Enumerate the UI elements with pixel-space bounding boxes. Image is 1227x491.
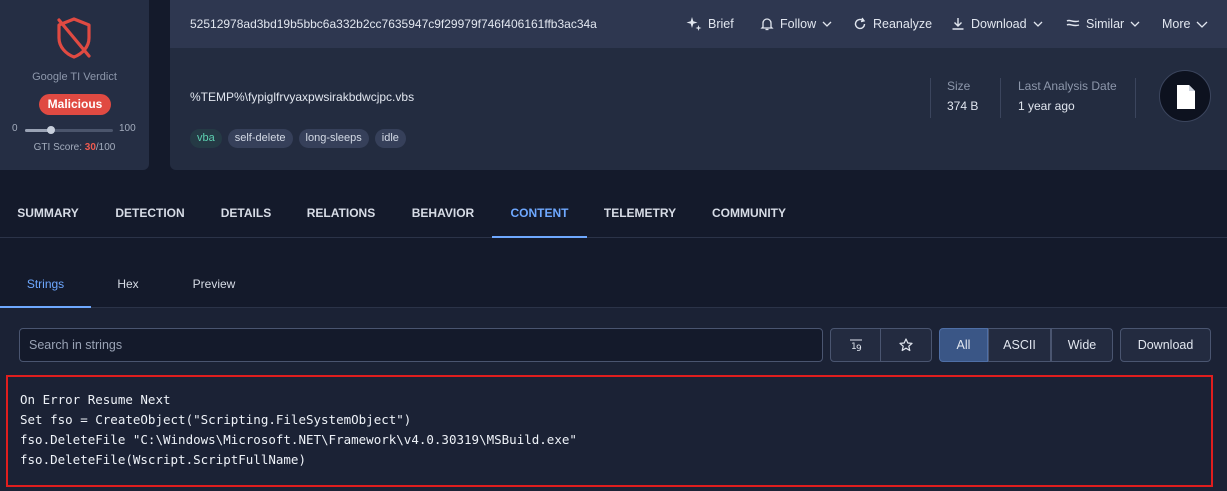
subtab-preview[interactable]: Preview xyxy=(165,262,263,308)
file-icon xyxy=(1177,85,1195,109)
sort-numeric-icon: 19 xyxy=(849,339,862,354)
filter-wide-button[interactable]: Wide xyxy=(1051,328,1113,362)
strings-list: On Error Resume Next Set fso = CreateObje… xyxy=(6,375,1213,487)
more-label: More xyxy=(1162,17,1191,31)
file-name: %TEMP%\fypiglfrvyaxpwsirakbdwcjpc.vbs xyxy=(190,90,415,104)
tag-idle[interactable]: idle xyxy=(374,129,406,148)
shield-slash-icon xyxy=(57,17,91,59)
gti-score: GTI Score: 30/100 xyxy=(0,142,149,153)
chevron-down-icon xyxy=(822,21,832,27)
follow-label: Follow xyxy=(780,17,817,31)
brief-label: Brief xyxy=(708,17,734,31)
score-scale-min: 0 xyxy=(12,123,18,134)
tab-community[interactable]: COMMUNITY xyxy=(696,190,802,238)
last-analysis-label: Last Analysis Date xyxy=(1018,79,1117,93)
download-label: Download xyxy=(971,17,1027,31)
star-icon xyxy=(899,338,913,352)
similar-button[interactable]: Similar xyxy=(1066,14,1140,34)
tag-long-sleeps[interactable]: long-sleeps xyxy=(298,129,369,148)
sparkle-icon xyxy=(686,17,702,31)
reanalyze-button[interactable]: Reanalyze xyxy=(853,14,932,34)
verdict-label: Google TI Verdict xyxy=(32,71,117,83)
sort-button[interactable]: 19 xyxy=(830,328,881,362)
reanalyze-label: Reanalyze xyxy=(873,17,933,31)
score-slider xyxy=(25,126,113,134)
similar-label: Similar xyxy=(1086,17,1125,31)
tag-vba[interactable]: vba xyxy=(190,129,222,148)
string-line: fso.DeleteFile "C:\Windows\Microsoft.NET… xyxy=(20,432,577,447)
gti-score-suffix: /100 xyxy=(95,142,116,153)
chevron-down-icon xyxy=(1197,21,1208,28)
subtab-hex[interactable]: Hex xyxy=(91,262,165,308)
brief-button[interactable]: Brief xyxy=(686,14,734,34)
size-value: 374 B xyxy=(947,99,979,113)
string-line: Set fso = CreateObject("Scripting.FileSy… xyxy=(20,412,412,427)
gti-score-prefix: GTI Score: xyxy=(33,142,85,153)
gti-score-value: 30 xyxy=(84,142,96,153)
chevron-down-icon xyxy=(1033,21,1043,27)
verdict-badge: Malicious xyxy=(39,94,111,115)
tab-detection[interactable]: DETECTION xyxy=(100,190,200,238)
favorite-button[interactable] xyxy=(880,328,932,362)
divider xyxy=(1135,78,1136,118)
filter-ascii-button[interactable]: ASCII xyxy=(988,328,1051,362)
string-line: On Error Resume Next xyxy=(20,392,171,407)
file-type-badge xyxy=(1159,70,1211,122)
file-header: 52512978ad3bd19b5bbc6a332b2cc7635947c9f2… xyxy=(170,0,1227,170)
tab-telemetry[interactable]: TELEMETRY xyxy=(590,190,690,238)
tab-summary[interactable]: SUMMARY xyxy=(0,190,96,238)
tab-relations[interactable]: RELATIONS xyxy=(291,190,391,238)
size-label: Size xyxy=(947,79,971,93)
tab-details[interactable]: DETAILS xyxy=(204,190,288,238)
string-line: fso.DeleteFile(Wscript.ScriptFullName) xyxy=(20,452,306,467)
follow-button[interactable]: Follow xyxy=(760,14,832,34)
download-menu-button[interactable]: Download xyxy=(951,14,1043,34)
verdict-card: Google TI Verdict Malicious 0 100 GTI Sc… xyxy=(0,0,149,170)
more-button[interactable]: More xyxy=(1162,14,1208,34)
last-analysis-value: 1 year ago xyxy=(1018,99,1075,113)
subtab-strings[interactable]: Strings xyxy=(0,262,91,308)
score-scale-max: 100 xyxy=(119,123,136,134)
header-topbar: 52512978ad3bd19b5bbc6a332b2cc7635947c9f2… xyxy=(170,0,1227,48)
tag-list: vba self-delete long-sleeps idle xyxy=(190,129,406,148)
tab-content[interactable]: CONTENT xyxy=(492,190,587,238)
download-icon xyxy=(952,18,964,30)
search-input[interactable] xyxy=(19,328,823,362)
divider xyxy=(1000,78,1001,118)
content-subtabs: Strings Hex Preview xyxy=(0,262,1227,308)
tag-self-delete[interactable]: self-delete xyxy=(227,129,293,148)
download-strings-button[interactable]: Download xyxy=(1120,328,1211,362)
divider xyxy=(930,78,931,118)
tab-behavior[interactable]: BEHAVIOR xyxy=(395,190,491,238)
bell-icon xyxy=(760,18,774,31)
svg-text:9: 9 xyxy=(856,344,862,353)
similar-icon xyxy=(1066,19,1080,27)
chevron-down-icon xyxy=(1130,21,1140,27)
refresh-icon xyxy=(854,17,866,30)
strings-panel: 19 All ASCII Wide Download On Error Resu… xyxy=(0,308,1227,491)
filter-all-button[interactable]: All xyxy=(939,328,988,362)
score-slider-knob xyxy=(47,126,56,134)
main-tabs: SUMMARY DETECTION DETAILS RELATIONS BEHA… xyxy=(0,190,1227,238)
file-hash: 52512978ad3bd19b5bbc6a332b2cc7635947c9f2… xyxy=(190,17,597,31)
